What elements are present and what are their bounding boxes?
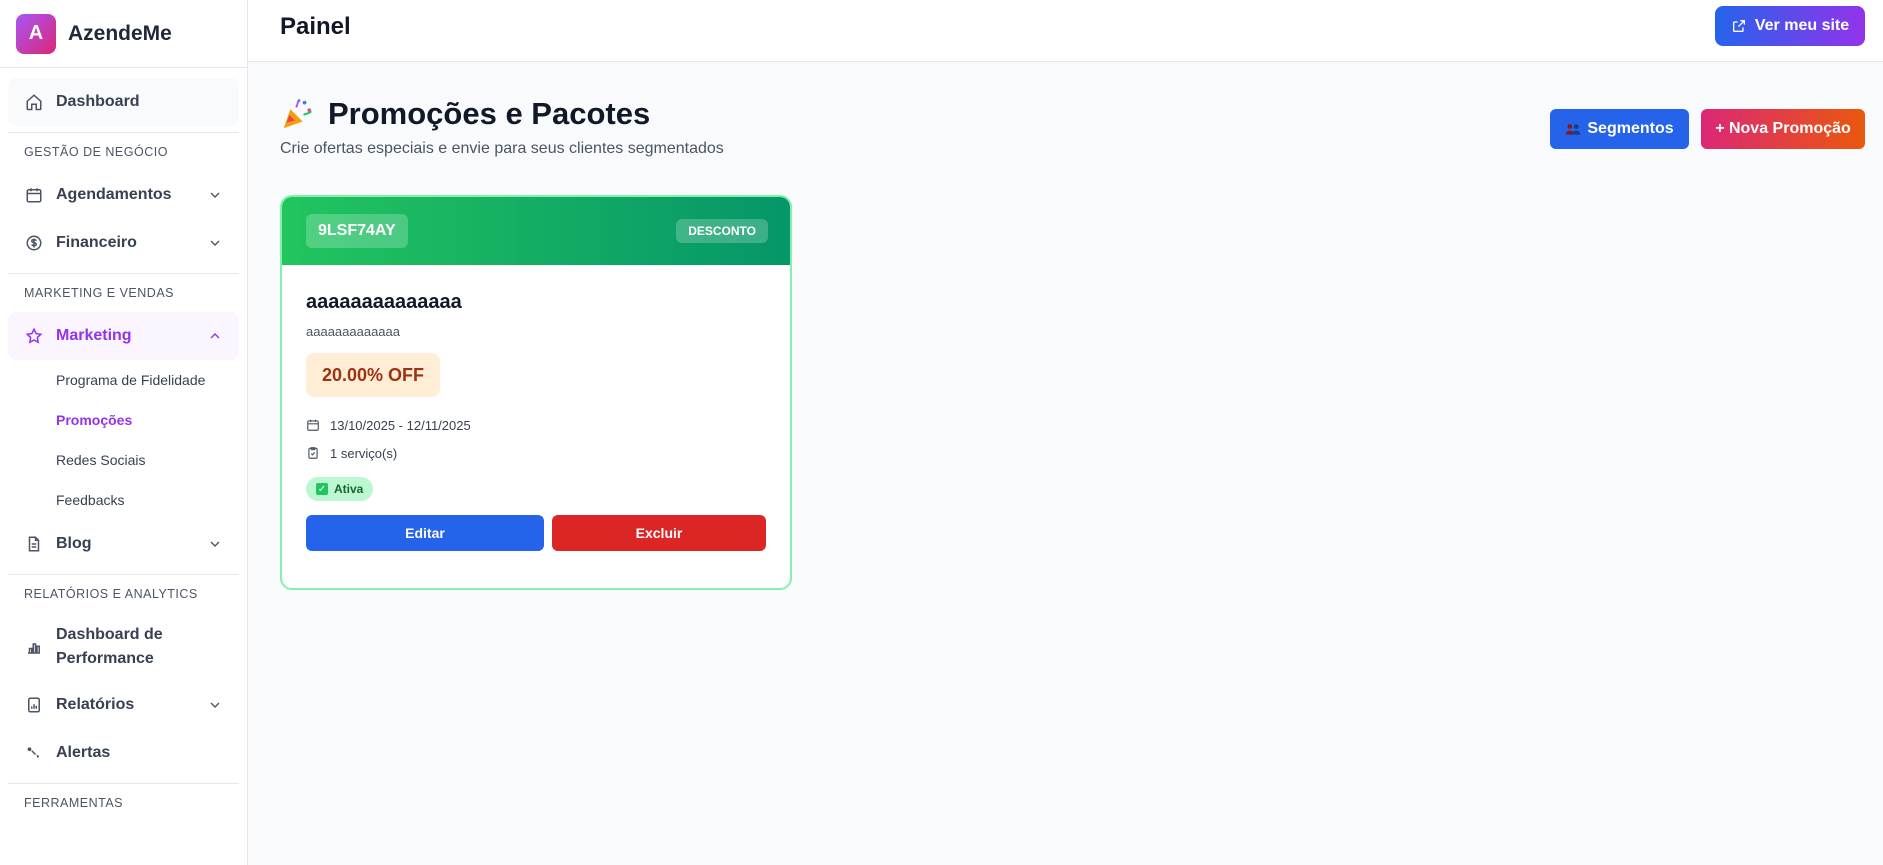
promotion-services-row: 1 serviço(s) <box>306 439 766 467</box>
page-title-text: Promoções e Pacotes <box>328 96 651 131</box>
chevron-down-icon <box>210 240 220 246</box>
sidebar-item-agendamentos[interactable]: Agendamentos <box>8 171 239 219</box>
document-icon <box>24 534 44 554</box>
sidebar-nav: Dashboard GESTÃO DE NEGÓCIO Agendamentos… <box>0 78 247 818</box>
promotion-dates-row: 13/10/2025 - 12/11/2025 <box>306 411 766 439</box>
chevron-down-icon <box>210 541 220 547</box>
new-promotion-button[interactable]: + Nova Promoção <box>1701 109 1865 149</box>
chevron-down-icon <box>210 192 220 198</box>
promotion-code: 9LSF74AY <box>306 214 408 248</box>
sidebar-item-label: Dashboard <box>56 93 140 110</box>
section-label-marketing: MARKETING E VENDAS <box>8 273 239 308</box>
brand-name: AzendeMe <box>68 21 172 45</box>
sidebar-item-label: Financeiro <box>56 234 137 251</box>
star-icon <box>24 326 44 346</box>
section-label-tools: FERRAMENTAS <box>8 783 239 818</box>
sidebar-item-marketing[interactable]: Marketing <box>8 312 239 360</box>
promotion-card-header: 9LSF74AY DESCONTO <box>282 197 790 265</box>
calendar-icon <box>24 185 44 205</box>
section-label-reports: RELATÓRIOS E ANALYTICS <box>8 574 239 609</box>
top-bar: Painel Ver meu site <box>248 0 1883 62</box>
party-popper-icon <box>283 99 312 129</box>
check-icon: ✓ <box>316 483 328 495</box>
promotion-dates: 13/10/2025 - 12/11/2025 <box>330 417 471 433</box>
calendar-icon <box>307 419 319 431</box>
dollar-circle-icon <box>24 233 44 253</box>
alert-icon <box>24 743 44 763</box>
view-site-label: Ver meu site <box>1754 17 1850 34</box>
view-site-button[interactable]: Ver meu site <box>1715 6 1865 46</box>
sidebar-subitem-promocoes[interactable]: Promoções <box>8 400 239 440</box>
sidebar-item-label: Agendamentos <box>56 186 172 203</box>
sidebar-item-blog[interactable]: Blog <box>8 520 239 568</box>
sidebar-item-label: Blog <box>56 535 92 552</box>
discount-badge: 20.00% OFF <box>306 353 441 397</box>
status-badge: ✓ Ativa <box>306 477 374 501</box>
sidebar-item-financeiro[interactable]: Financeiro <box>8 219 239 267</box>
status-label: Ativa <box>334 482 364 496</box>
promotion-card-actions: Editar Excluir <box>306 515 766 551</box>
promotion-services: 1 serviço(s) <box>330 445 398 461</box>
external-link-icon <box>1732 20 1745 32</box>
sidebar-subitem-feedbacks[interactable]: Feedbacks <box>8 480 239 520</box>
page-title: Promoções e Pacotes <box>280 96 724 132</box>
bar-chart-icon <box>24 637 44 657</box>
sidebar: A AzendeMe Dashboard GESTÃO DE NEGÓCIO A… <box>0 0 248 865</box>
brand[interactable]: A AzendeMe <box>0 0 247 68</box>
sidebar-item-label: Alertas <box>56 744 111 761</box>
promotion-name: aaaaaaaaaaaaaa <box>306 291 462 313</box>
sidebar-item-alertas[interactable]: Alertas <box>8 729 239 777</box>
users-icon <box>1566 124 1581 135</box>
sidebar-item-relatorios[interactable]: Relatórios <box>8 681 239 729</box>
home-icon <box>24 92 44 112</box>
main-content: Promoções e Pacotes Crie ofertas especia… <box>248 62 1883 865</box>
sidebar-item-label: Marketing <box>56 327 132 344</box>
sidebar-item-label: Dashboard de Performance <box>56 626 163 667</box>
page-actions: Segmentos + Nova Promoção <box>1550 109 1865 149</box>
header-title: Painel <box>280 13 351 40</box>
segments-label: Segmentos <box>1587 120 1674 137</box>
edit-button[interactable]: Editar <box>306 515 544 551</box>
sidebar-subitem-redes-sociais[interactable]: Redes Sociais <box>8 440 239 480</box>
page-subtitle: Crie ofertas especiais e envie para seus… <box>280 140 724 157</box>
clipboard-check-icon <box>308 447 318 459</box>
chevron-down-icon <box>210 702 220 708</box>
section-label-business: GESTÃO DE NEGÓCIO <box>8 132 239 167</box>
promotion-card-body: aaaaaaaaaaaaaa aaaaaaaaaaaaa 20.00% OFF … <box>282 265 790 551</box>
sidebar-item-performance[interactable]: Dashboard de Performance <box>8 613 239 681</box>
report-icon <box>24 695 44 715</box>
page-header: Promoções e Pacotes Crie ofertas especia… <box>280 96 724 158</box>
sidebar-subitem-fidelidade[interactable]: Programa de Fidelidade <box>8 360 239 400</box>
sidebar-item-label: Relatórios <box>56 696 135 713</box>
sidebar-item-dashboard[interactable]: Dashboard <box>8 78 239 126</box>
promotion-type-badge: DESCONTO <box>676 219 768 243</box>
delete-button[interactable]: Excluir <box>552 515 766 551</box>
chevron-up-icon <box>210 333 220 339</box>
brand-logo: A <box>16 13 56 54</box>
promotion-card: 9LSF74AY DESCONTO aaaaaaaaaaaaaa aaaaaaa… <box>280 195 792 590</box>
promotion-meta: 13/10/2025 - 12/11/2025 1 serviço(s) <box>306 411 766 467</box>
segments-button[interactable]: Segmentos <box>1550 109 1689 149</box>
promotion-description: aaaaaaaaaaaaa <box>306 324 400 339</box>
